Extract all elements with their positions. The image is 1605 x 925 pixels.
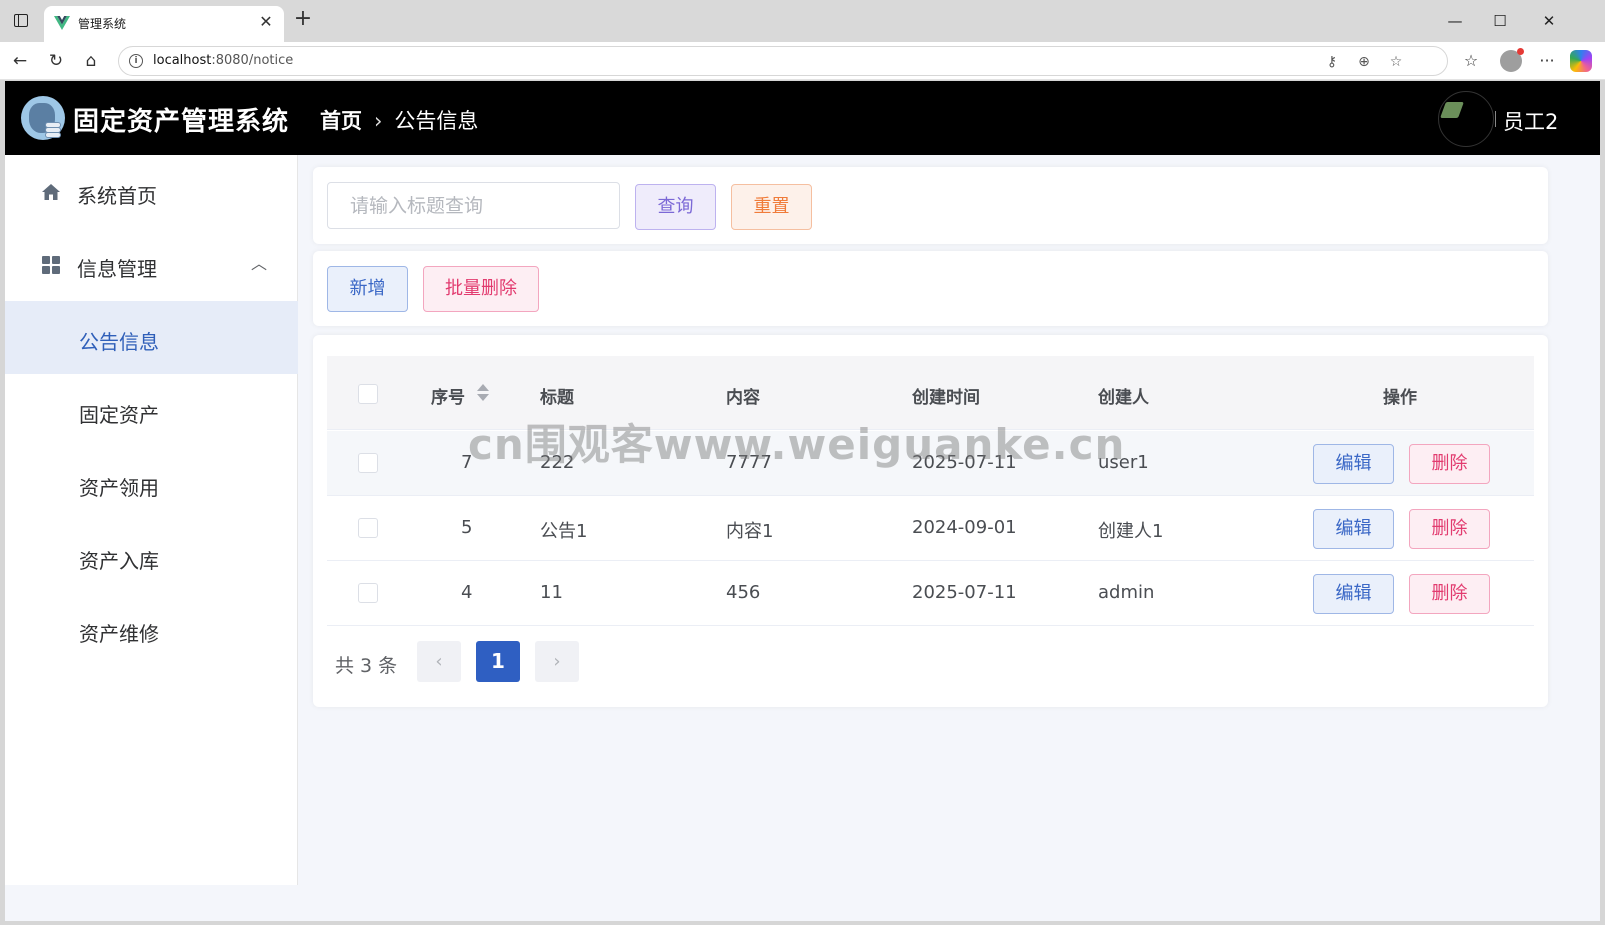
table-row: 7 222 7777 2025-07-11 user1 编辑 删除 [327, 431, 1534, 496]
profile-avatar[interactable] [1500, 48, 1524, 72]
browser-tab-strip: 管理系统 ✕ + — ☐ ✕ [0, 0, 1605, 42]
delete-button[interactable]: 删除 [1409, 574, 1490, 614]
cell-content: 内容1 [726, 521, 774, 542]
sidebar-item-asset-repair[interactable]: 资产维修 [5, 593, 298, 666]
add-button[interactable]: 新增 [327, 266, 408, 312]
app-header: 固定资产管理系统 首页 › 公告信息 员工2 [5, 81, 1600, 155]
cell-creator: admin [1098, 582, 1155, 603]
reset-button[interactable]: 重置 [731, 184, 812, 230]
home-icon[interactable]: ⌂ [79, 49, 103, 73]
url-text: localhost:8080/notice [153, 53, 294, 68]
column-header-id[interactable]: 序号 [431, 383, 465, 408]
site-info-icon[interactable]: i [129, 54, 143, 68]
table-row: 4 11 456 2025-07-11 admin 编辑 删除 [327, 561, 1534, 626]
new-tab-icon[interactable]: + [292, 8, 314, 31]
edit-button[interactable]: 编辑 [1313, 574, 1394, 614]
back-icon[interactable]: ← [8, 49, 32, 73]
cell-id: 4 [461, 582, 473, 603]
sidebar-item-asset-requisition[interactable]: 资产领用 [5, 447, 298, 520]
minimize-icon[interactable]: — [1444, 10, 1466, 32]
cell-id: 7 [461, 452, 473, 473]
cell-creator: 创建人1 [1098, 521, 1164, 542]
page-number-button[interactable]: 1 [476, 641, 520, 682]
row-checkbox[interactable] [358, 583, 378, 603]
cell-id: 5 [461, 517, 473, 538]
app-root: 固定资产管理系统 首页 › 公告信息 员工2 系统首页 信息管理 ︿ 公告信息 固定… [5, 81, 1600, 921]
query-button[interactable]: 查询 [635, 184, 716, 230]
delete-button[interactable]: 删除 [1409, 509, 1490, 549]
cell-content: 456 [726, 582, 761, 603]
chevron-right-icon: › [374, 109, 383, 133]
breadcrumb-current: 公告信息 [394, 109, 479, 133]
table-row: 5 公告1 内容1 2024-09-01 创建人1 编辑 删除 [327, 496, 1534, 561]
maximize-icon[interactable]: ☐ [1489, 10, 1511, 32]
breadcrumb: 首页 › 公告信息 [320, 105, 478, 135]
select-all-checkbox[interactable] [358, 384, 378, 404]
favorite-star-icon[interactable]: ☆ [1388, 54, 1404, 70]
title-search-input[interactable] [327, 182, 620, 229]
cell-creator: user1 [1098, 452, 1149, 473]
sidebar-group-info[interactable]: 信息管理 ︿ [5, 228, 298, 301]
user-avatar[interactable] [1438, 91, 1494, 147]
column-header-actions: 操作 [1383, 388, 1417, 408]
column-header-title: 标题 [540, 388, 574, 408]
reload-icon[interactable]: ↻ [44, 49, 68, 73]
window-close-icon[interactable]: ✕ [1538, 10, 1560, 32]
edit-button[interactable]: 编辑 [1313, 444, 1394, 484]
sidebar: 系统首页 信息管理 ︿ 公告信息 固定资产 资产领用 资产入库 资产维修 [5, 155, 298, 885]
table-header: 序号 标题 内容 创建时间 创建人 操作 [327, 356, 1534, 430]
browser-tab[interactable]: 管理系统 ✕ [44, 6, 284, 42]
column-header-creator: 创建人 [1098, 388, 1149, 408]
cell-title: 公告1 [540, 521, 588, 542]
tab-title: 管理系统 [78, 17, 127, 31]
prev-page-chevron-left-icon[interactable]: ‹ [417, 641, 461, 682]
favorites-icon[interactable]: ☆ [1460, 50, 1482, 72]
cell-created: 2024-09-01 [912, 517, 1017, 538]
grid-icon [42, 256, 60, 274]
username[interactable]: 员工2 [1503, 106, 1558, 136]
key-icon[interactable]: ⚷ [1324, 54, 1340, 70]
cell-content: 7777 [726, 452, 772, 473]
money-bag-logo-icon [21, 96, 65, 140]
sidebar-item-fixed-assets[interactable]: 固定资产 [5, 374, 298, 447]
tab-actions-icon[interactable] [14, 14, 28, 27]
edit-button[interactable]: 编辑 [1313, 509, 1394, 549]
more-menu-icon[interactable]: ··· [1536, 50, 1558, 72]
cell-created: 2025-07-11 [912, 582, 1017, 603]
sidebar-item-asset-inbound[interactable]: 资产入库 [5, 520, 298, 593]
next-page-chevron-right-icon[interactable]: › [535, 641, 579, 682]
divider [1495, 111, 1496, 127]
row-checkbox[interactable] [358, 518, 378, 538]
title-search-field[interactable] [328, 183, 619, 228]
browser-toolbar: ← ↻ ⌂ i localhost:8080/notice ⚷ ⊕ ☆ ☆ ··… [0, 42, 1605, 80]
cell-created: 2025-07-11 [912, 452, 1017, 473]
breadcrumb-home[interactable]: 首页 [320, 109, 362, 133]
batch-delete-button[interactable]: 批量删除 [423, 266, 539, 312]
cell-title: 222 [540, 452, 575, 473]
vue-logo-icon [54, 16, 70, 30]
home-icon [42, 184, 60, 200]
zoom-icon[interactable]: ⊕ [1356, 54, 1372, 70]
chevron-up-icon: ︿ [251, 254, 268, 273]
column-header-created: 创建时间 [912, 388, 980, 408]
cell-title: 11 [540, 582, 563, 603]
sort-icon[interactable] [477, 383, 489, 403]
sidebar-item-notice[interactable]: 公告信息 [5, 301, 298, 374]
copilot-icon[interactable] [1570, 50, 1592, 72]
delete-button[interactable]: 删除 [1409, 444, 1490, 484]
app-title: 固定资产管理系统 [73, 107, 290, 137]
tab-close-icon[interactable]: ✕ [256, 12, 276, 32]
column-header-content: 内容 [726, 388, 760, 408]
row-checkbox[interactable] [358, 453, 378, 473]
pagination-total: 共 3 条 [335, 655, 398, 677]
address-bar[interactable]: i localhost:8080/notice ⚷ ⊕ ☆ [118, 46, 1448, 76]
sidebar-item-home[interactable]: 系统首页 [5, 155, 298, 228]
